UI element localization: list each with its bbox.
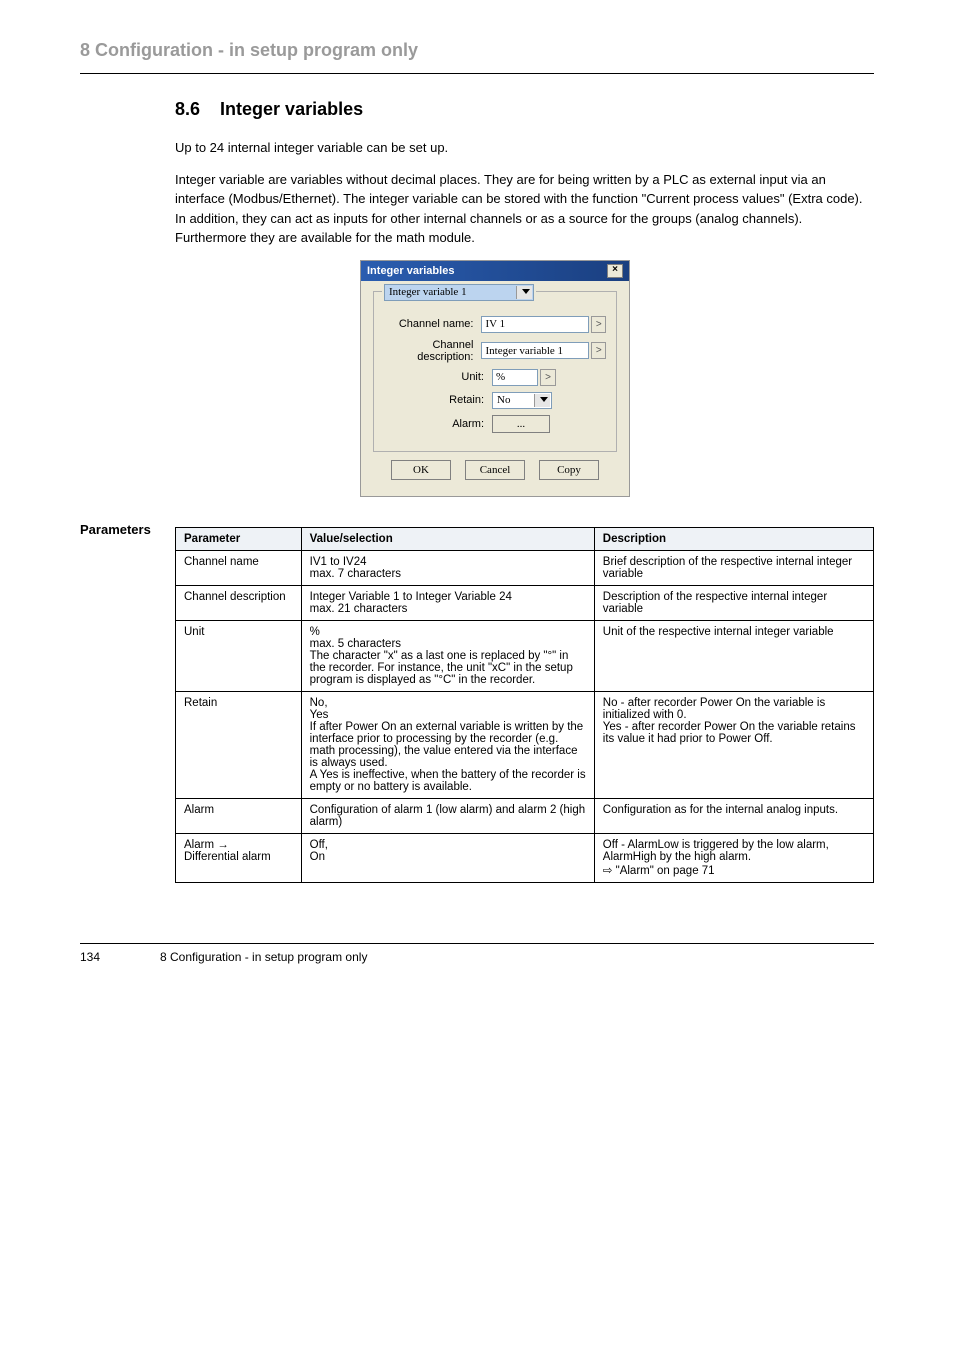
table-row: RetainNo,YesIf after Power On an externa… (176, 691, 874, 798)
unit-label: Unit: (384, 371, 492, 383)
footer-title: 8 Configuration - in setup program only (160, 950, 874, 964)
alarm-button[interactable]: ... (492, 415, 550, 433)
copy-button[interactable]: Copy (539, 460, 599, 480)
unit-expand-button[interactable]: > (540, 369, 556, 386)
table-header-value: Value/selection (301, 527, 594, 550)
channel-description-expand-button[interactable]: > (591, 342, 606, 359)
param-description-cell: Unit of the respective internal integer … (594, 620, 873, 691)
unit-input[interactable] (492, 369, 538, 386)
integer-variables-dialog: Integer variables × Integer variable 1 C… (360, 260, 630, 497)
variable-selector[interactable]: Integer variable 1 (384, 284, 534, 301)
param-name-cell: Channel name (176, 550, 302, 585)
param-value-cell: No,YesIf after Power On an external vari… (301, 691, 594, 798)
close-icon[interactable]: × (607, 264, 623, 278)
table-row: Unit%max. 5 charactersThe character "x" … (176, 620, 874, 691)
page-header: 8 Configuration - in setup program only (80, 40, 874, 74)
param-value-cell: Off,On (301, 833, 594, 882)
retain-label: Retain: (384, 394, 492, 406)
param-name-cell: Unit (176, 620, 302, 691)
section-heading: Integer variables (220, 99, 363, 119)
section-title: 8.6 Integer variables (175, 99, 874, 120)
chevron-down-icon (540, 397, 548, 402)
intro-text-2: Integer variable are variables without d… (175, 170, 874, 248)
channel-description-label: Channel description: (384, 339, 481, 363)
param-description-cell: Off - AlarmLow is triggered by the low a… (594, 833, 873, 882)
param-description-cell: No - after recorder Power On the variabl… (594, 691, 873, 798)
table-row: Channel descriptionInteger Variable 1 to… (176, 585, 874, 620)
param-value-cell: IV1 to IV24max. 7 characters (301, 550, 594, 585)
dialog-titlebar: Integer variables × (361, 261, 629, 281)
retain-select[interactable]: No (492, 392, 552, 409)
arrow-right-icon: → (217, 839, 229, 851)
param-value-cell: Configuration of alarm 1 (low alarm) and… (301, 798, 594, 833)
channel-name-label: Channel name: (384, 318, 481, 330)
chevron-down-icon (522, 289, 530, 294)
table-row: Alarm →Differential alarmOff,OnOff - Ala… (176, 833, 874, 882)
table-header-description: Description (594, 527, 873, 550)
param-name-cell: Alarm →Differential alarm (176, 833, 302, 882)
cancel-button[interactable]: Cancel (465, 460, 525, 480)
param-description-cell: Description of the respective internal i… (594, 585, 873, 620)
channel-name-input[interactable] (481, 316, 589, 333)
table-row: AlarmConfiguration of alarm 1 (low alarm… (176, 798, 874, 833)
table-header-parameter: Parameter (176, 527, 302, 550)
table-row: Channel nameIV1 to IV24max. 7 characters… (176, 550, 874, 585)
alarm-label: Alarm: (384, 418, 492, 430)
variable-selector-value: Integer variable 1 (389, 286, 467, 298)
section-number: 8.6 (175, 99, 200, 119)
table-heading: Parameters (80, 522, 175, 883)
param-value-cell: Integer Variable 1 to Integer Variable 2… (301, 585, 594, 620)
channel-name-expand-button[interactable]: > (591, 316, 606, 333)
dialog-title: Integer variables (367, 265, 607, 277)
param-name-cell: Alarm (176, 798, 302, 833)
channel-description-input[interactable] (481, 342, 589, 359)
parameters-table: Parameter Value/selection Description Ch… (175, 527, 874, 883)
param-description-cell: Brief description of the respective inte… (594, 550, 873, 585)
retain-value: No (497, 394, 510, 406)
page-number: 134 (80, 950, 160, 964)
param-name-cell: Retain (176, 691, 302, 798)
param-description-cell: Configuration as for the internal analog… (594, 798, 873, 833)
page-footer: 134 8 Configuration - in setup program o… (80, 943, 874, 964)
intro-text-1: Up to 24 internal integer variable can b… (175, 138, 874, 158)
ok-button[interactable]: OK (391, 460, 451, 480)
arrow-link-icon: ⇨ (603, 865, 616, 877)
param-name-cell: Channel description (176, 585, 302, 620)
param-value-cell: %max. 5 charactersThe character "x" as a… (301, 620, 594, 691)
